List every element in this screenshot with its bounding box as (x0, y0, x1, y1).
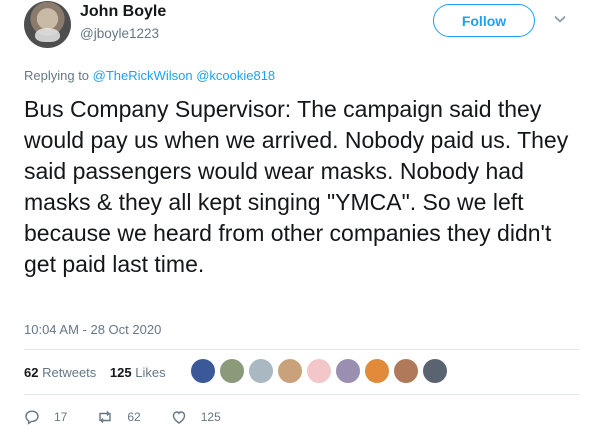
tweet-actions: 17 62 125 (24, 409, 251, 425)
divider (24, 349, 580, 350)
liker-avatar[interactable] (190, 358, 216, 384)
retweets-stat[interactable]: 62 Retweets (24, 365, 96, 380)
mention-link[interactable]: @TheRickWilson (93, 68, 193, 83)
reply-count: 17 (54, 410, 68, 424)
like-count: 125 (200, 410, 221, 424)
replying-to: Replying to @TheRickWilson @kcookie818 (24, 68, 275, 83)
liker-avatar[interactable] (306, 358, 332, 384)
liker-avatar[interactable] (219, 358, 245, 384)
divider (24, 394, 580, 395)
likes-label: Likes (135, 365, 166, 380)
liker-avatar[interactable] (393, 358, 419, 384)
retweets-label: Retweets (42, 365, 97, 380)
tweet-stats: 62 Retweets 125 Likes (24, 365, 166, 380)
heart-icon (172, 411, 185, 424)
user-handle[interactable]: @jboyle1223 (80, 26, 159, 41)
likes-count: 125 (109, 365, 132, 380)
likes-stat[interactable]: 125 Likes (110, 365, 166, 380)
avatar[interactable] (24, 1, 71, 48)
retweet-icon (99, 411, 112, 423)
tweet-text: Bus Company Supervisor: The campaign sai… (24, 96, 569, 277)
mention-link[interactable]: @kcookie818 (196, 68, 275, 83)
retweets-count: 62 (24, 365, 39, 380)
liker-avatar[interactable] (422, 358, 448, 384)
tweet-header: John Boyle @jboyle1223 Follow (24, 0, 584, 56)
follow-button[interactable]: Follow (433, 4, 535, 37)
user-name[interactable]: John Boyle (80, 3, 166, 21)
reply-button[interactable]: 17 (24, 409, 67, 425)
chevron-down-icon[interactable] (554, 13, 566, 25)
retweet-button[interactable]: 62 (97, 409, 141, 425)
liker-avatar[interactable] (248, 358, 274, 384)
liker-avatar[interactable] (277, 358, 303, 384)
like-button[interactable]: 125 (171, 409, 221, 425)
retweet-count: 62 (127, 410, 141, 424)
liker-avatars (190, 358, 451, 386)
replying-prefix: Replying to (24, 68, 90, 83)
liker-avatar[interactable] (335, 358, 361, 384)
liker-avatar[interactable] (364, 358, 390, 384)
timestamp[interactable]: 10:04 AM - 28 Oct 2020 (24, 322, 161, 337)
reply-icon (25, 410, 39, 425)
